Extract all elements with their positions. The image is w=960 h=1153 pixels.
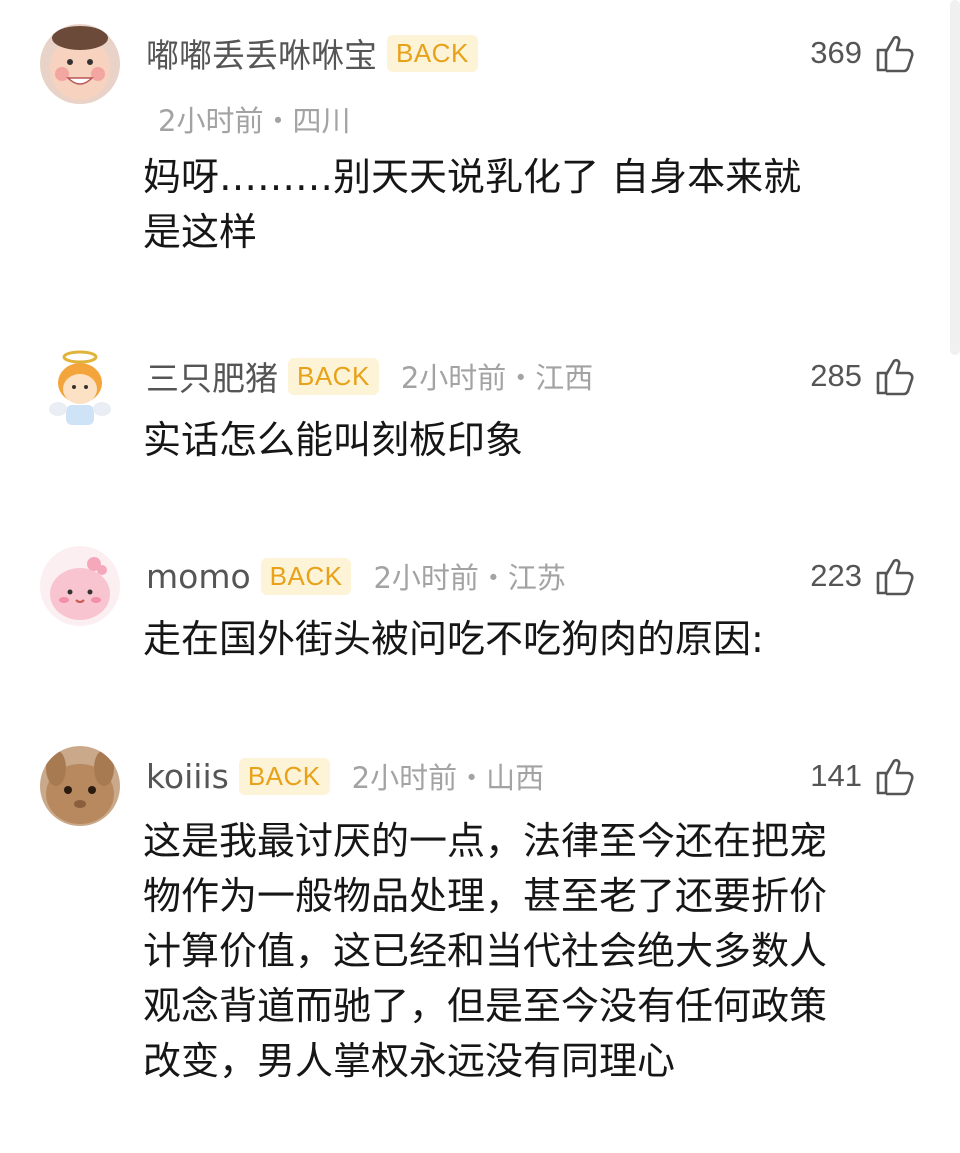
like-count: 369: [810, 35, 862, 70]
thumbs-up-icon: [876, 35, 914, 73]
comment-text: 实话怎么能叫刻板印象: [143, 418, 524, 462]
back-badge: BACK: [238, 757, 330, 795]
back-badge: BACK: [260, 557, 352, 595]
comment-text: 这是我最讨厌的一点，法律至今还在把宠 物作为一般物品处理，甚至老了还要折价 计算…: [143, 819, 828, 1083]
back-badge: BACK: [288, 357, 379, 395]
like-button[interactable]: 285: [810, 353, 916, 399]
time-location: 2小时前・四川: [158, 104, 351, 138]
avatar[interactable]: [40, 546, 120, 626]
like-button[interactable]: 369: [810, 30, 916, 76]
scrollbar[interactable]: [950, 0, 960, 355]
like-count: 141: [810, 758, 862, 793]
username[interactable]: koiiis: [146, 757, 229, 796]
username[interactable]: 嘟嘟丢丢咻咻宝: [146, 29, 377, 77]
like-count: 223: [810, 558, 862, 593]
username[interactable]: momo: [146, 557, 251, 596]
like-button[interactable]: 223: [810, 553, 916, 599]
avatar[interactable]: [40, 347, 120, 427]
time-location: 2小时前・江苏: [373, 561, 566, 595]
time-location: 2小时前・山西: [351, 761, 545, 795]
back-badge: BACK: [387, 34, 478, 72]
comment-text: 走在国外街头被问吃不吃狗肉的原因:: [143, 617, 764, 661]
rabbit-photo-avatar-icon: [40, 746, 120, 826]
comment-text: 妈呀………别天天说乳化了 自身本来就 是这样: [143, 155, 802, 254]
baby-face-avatar-icon: [40, 24, 120, 104]
avatar[interactable]: [40, 24, 120, 104]
thumbs-up-icon: [876, 758, 914, 796]
angel-cartoon-avatar-icon: [40, 347, 120, 427]
like-count: 285: [810, 358, 862, 393]
thumbs-up-icon: [876, 558, 914, 596]
thumbs-up-icon: [876, 358, 914, 396]
pink-cartoon-avatar-icon: [40, 546, 120, 626]
username[interactable]: 三只肥猪: [146, 352, 278, 400]
like-button[interactable]: 141: [810, 753, 916, 799]
avatar[interactable]: [40, 746, 120, 826]
time-location: 2小时前・江西: [400, 361, 594, 395]
